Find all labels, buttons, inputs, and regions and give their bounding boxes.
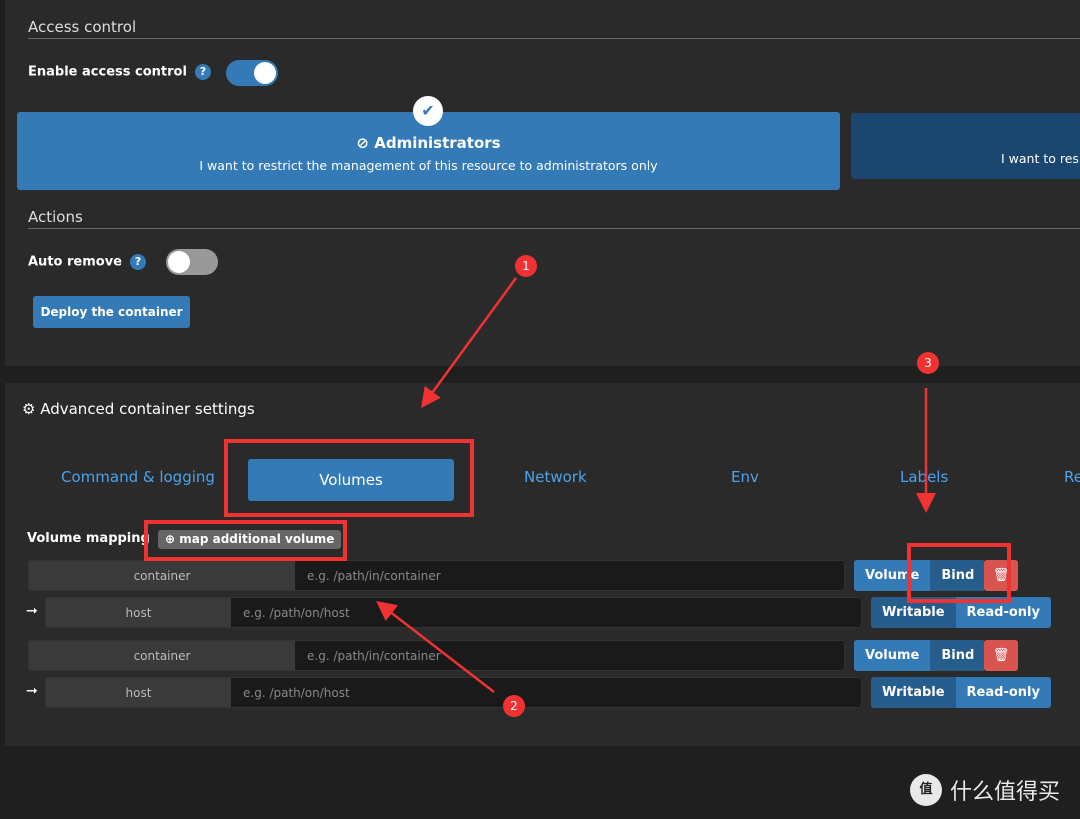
annotation-arrow-1 — [421, 277, 518, 409]
watermark: 值 什么值得买 — [910, 774, 1060, 806]
annotation-number: 1 — [515, 255, 537, 277]
annotation-number: 2 — [503, 695, 525, 717]
watermark-logo-icon: 值 — [910, 774, 942, 806]
watermark-text: 什么值得买 — [950, 780, 1061, 805]
annotation-arrow-2 — [376, 600, 495, 693]
annotation-number: 3 — [917, 352, 939, 374]
annotation-arrows — [376, 277, 936, 693]
